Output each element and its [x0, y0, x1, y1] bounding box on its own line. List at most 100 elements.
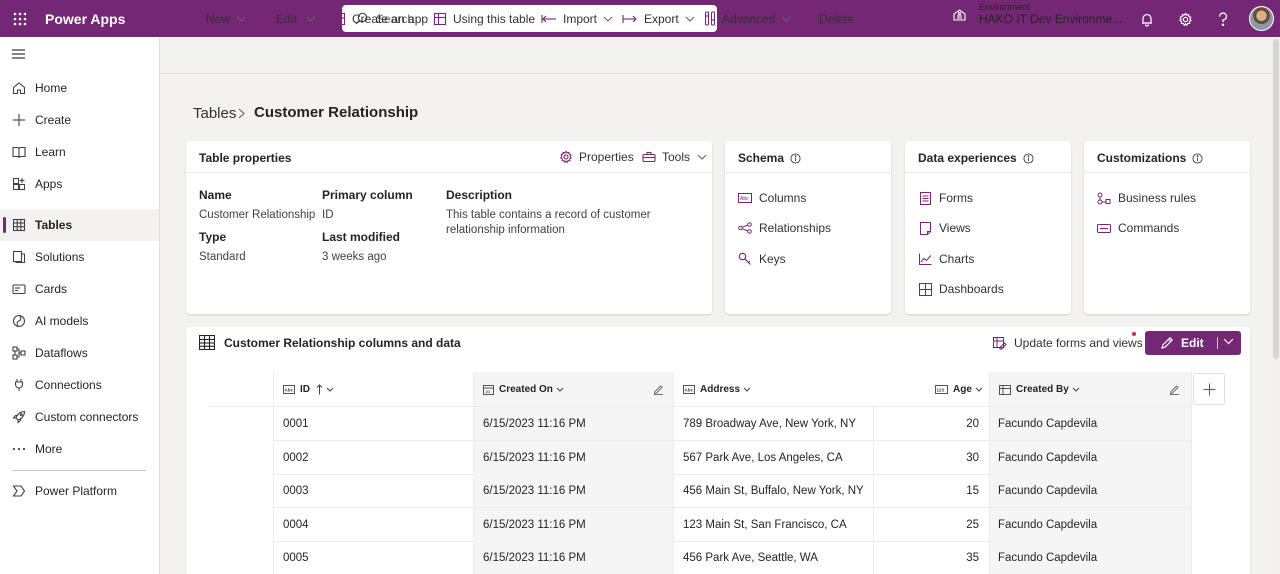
column-header-address[interactable]: Abc Address: [683, 372, 751, 407]
sidebar-item-dataflows[interactable]: Dataflows: [0, 337, 159, 369]
sidebar-divider: [12, 470, 146, 471]
create-app-button[interactable]: Create an app: [332, 10, 428, 27]
text-column-icon: Abc: [683, 385, 695, 394]
properties-button[interactable]: Properties: [559, 150, 634, 164]
sidebar-item-cards[interactable]: Cards: [0, 273, 159, 305]
scrollbar-thumb[interactable]: [1273, 39, 1279, 359]
help-question-icon[interactable]: [1211, 7, 1235, 31]
edit-command-button[interactable]: Edit: [256, 10, 297, 27]
customizations-title: Customizations: [1097, 151, 1203, 165]
environment-picker[interactable]: Environment HAKO IT Dev Environme...: [952, 2, 1123, 26]
ai-models-icon: [12, 314, 26, 328]
cell-address[interactable]: 789 Broadway Ave, New York, NY: [673, 407, 873, 440]
import-button[interactable]: Import: [541, 10, 613, 27]
dashboards-link[interactable]: Dashboards: [918, 282, 1004, 296]
edit-dropdown-chevron-icon[interactable]: [306, 10, 316, 27]
column-header-age[interactable]: 123 Age: [935, 372, 983, 407]
sidebar-item-apps[interactable]: Apps: [0, 168, 159, 200]
info-icon[interactable]: [1192, 152, 1203, 164]
charts-link[interactable]: Charts: [918, 252, 974, 266]
sidebar-item-label: Connections: [35, 378, 102, 392]
cell-id[interactable]: 0003: [273, 474, 474, 507]
sidebar-item-more[interactable]: More: [0, 433, 159, 465]
user-avatar[interactable]: [1249, 6, 1274, 31]
settings-gear-icon[interactable]: [1173, 7, 1197, 31]
views-link[interactable]: Views: [918, 221, 971, 235]
sidebar-item-ai-models[interactable]: AI models: [0, 305, 159, 337]
cell-id[interactable]: 0001: [273, 407, 474, 440]
environment-name: HAKO IT Dev Environme...: [979, 11, 1123, 26]
breadcrumb-tables-link[interactable]: Tables: [193, 105, 236, 122]
edit-table-button[interactable]: Edit: [1145, 331, 1241, 355]
cell-address[interactable]: 123 Main St, San Francisco, CA: [673, 508, 873, 541]
columns-link[interactable]: Abc Columns: [738, 191, 806, 205]
delete-label: Delete: [819, 11, 854, 26]
business-rules-link[interactable]: Business rules: [1097, 191, 1196, 205]
sidebar-item-create[interactable]: Create: [0, 104, 159, 136]
notifications-bell-icon[interactable]: [1135, 7, 1159, 31]
cell-address[interactable]: 456 Main St, Buffalo, New York, NY: [673, 474, 873, 507]
hamburger-menu-icon[interactable]: [11, 48, 26, 60]
update-forms-and-views-button[interactable]: Update forms and views: [993, 336, 1143, 350]
table-row[interactable]: 0003 6/15/2023 11:16 PM 456 Main St, Buf…: [273, 474, 1191, 508]
export-button[interactable]: Export: [622, 10, 695, 27]
commands-link[interactable]: Commands: [1097, 221, 1179, 235]
cell-age[interactable]: 35: [873, 541, 989, 574]
column-header-created-on[interactable]: 21 Created On: [483, 372, 564, 407]
cell-address[interactable]: 456 Park Ave, Seattle, WA: [673, 541, 873, 574]
cell-created-by[interactable]: Facundo Capdevila: [989, 474, 1191, 507]
page-scrollbar[interactable]: [1272, 37, 1280, 574]
sidebar-item-connections[interactable]: Connections: [0, 369, 159, 401]
sidebar-item-solutions[interactable]: Solutions: [0, 241, 159, 273]
cell-id[interactable]: 0005: [273, 541, 474, 574]
key-icon: [738, 252, 752, 266]
sidebar-item-tables[interactable]: Tables: [0, 209, 159, 241]
table-row[interactable]: 0004 6/15/2023 11:16 PM 123 Main St, San…: [273, 508, 1191, 542]
delete-button[interactable]: Delete: [800, 10, 854, 27]
chevron-right-icon: [238, 108, 245, 119]
chevron-down-icon: [697, 154, 707, 160]
relationships-link[interactable]: Relationships: [738, 221, 831, 235]
forms-link[interactable]: Forms: [918, 191, 973, 205]
cell-age[interactable]: 15: [873, 474, 989, 507]
sidebar-item-learn[interactable]: Learn: [0, 136, 159, 168]
column-header-created-by[interactable]: Created By: [999, 372, 1080, 407]
cell-created-by[interactable]: Facundo Capdevila: [989, 441, 1191, 474]
keys-link[interactable]: Keys: [738, 252, 786, 266]
app-launcher-icon[interactable]: [1, 0, 38, 37]
cell-age[interactable]: 25: [873, 508, 989, 541]
app-title[interactable]: Power Apps: [45, 11, 125, 27]
sidebar-item-power-platform[interactable]: Power Platform: [0, 475, 159, 507]
cell-address[interactable]: 567 Park Ave, Los Angeles, CA: [673, 441, 873, 474]
cell-age[interactable]: 20: [873, 407, 989, 440]
primary-column-value: ID: [322, 209, 334, 221]
cell-id[interactable]: 0002: [273, 441, 474, 474]
tools-button[interactable]: Tools: [642, 150, 707, 164]
column-header-id[interactable]: Abc ID: [283, 372, 334, 407]
chevron-down-icon[interactable]: [1223, 338, 1234, 345]
cell-created-on[interactable]: 6/15/2023 11:16 PM: [474, 407, 673, 440]
new-button[interactable]: New: [186, 10, 246, 27]
table-row[interactable]: 0002 6/15/2023 11:16 PM 567 Park Ave, Lo…: [273, 441, 1191, 475]
cell-created-on[interactable]: 6/15/2023 11:16 PM: [474, 541, 673, 574]
advanced-button[interactable]: Advanced: [704, 10, 791, 27]
sidebar-item-custom-connectors[interactable]: Custom connectors: [0, 401, 159, 433]
cell-created-on[interactable]: 6/15/2023 11:16 PM: [474, 441, 673, 474]
cell-created-on[interactable]: 6/15/2023 11:16 PM: [474, 474, 673, 507]
using-this-table-button[interactable]: Using this table: [433, 10, 535, 27]
cell-age[interactable]: 30: [873, 441, 989, 474]
info-icon[interactable]: [1023, 152, 1034, 164]
table-row[interactable]: 0005 6/15/2023 11:16 PM 456 Park Ave, Se…: [273, 541, 1191, 574]
schema-title-text: Schema: [738, 151, 785, 165]
info-icon[interactable]: [790, 152, 801, 164]
rocket-icon: [12, 410, 26, 424]
table-row[interactable]: 0001 6/15/2023 11:16 PM 789 Broadway Ave…: [273, 407, 1191, 441]
cell-created-by[interactable]: Facundo Capdevila: [989, 508, 1191, 541]
add-column-button[interactable]: [1193, 373, 1225, 405]
sidebar-item-home[interactable]: Home: [0, 72, 159, 104]
cell-created-by[interactable]: Facundo Capdevila: [989, 407, 1191, 440]
cell-created-by[interactable]: Facundo Capdevila: [989, 541, 1191, 574]
cell-created-on[interactable]: 6/15/2023 11:16 PM: [474, 508, 673, 541]
cell-id[interactable]: 0004: [273, 508, 474, 541]
column-divider: [673, 372, 674, 574]
